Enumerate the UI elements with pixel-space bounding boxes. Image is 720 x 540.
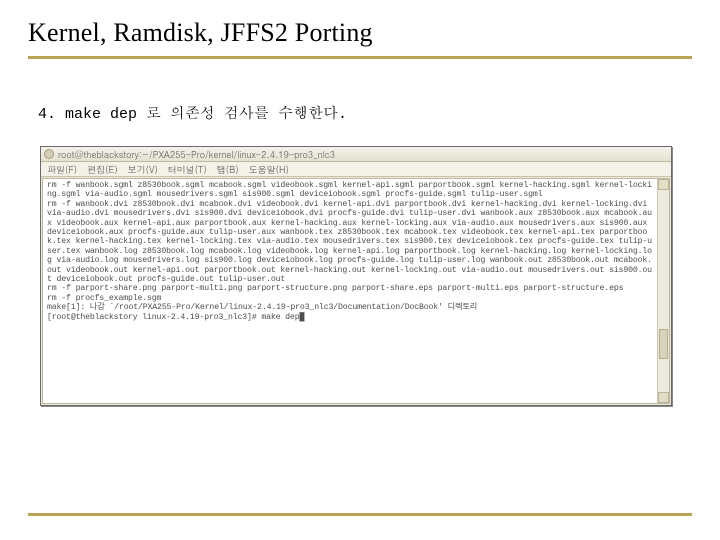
menu-edit[interactable]: 편집(E) [87,163,117,176]
menu-bar[interactable]: 파일(F) 편집(E) 보기(V) 터미널(T) 탭(B) 도움말(H) [41,162,671,177]
terminal-client-area: rm -f wanbook.sgml z8530book.sgml mcaboo… [42,178,670,404]
terminal-window: root@theblackstory:~/PXA255-Pro/kernel/l… [40,146,672,406]
window-titlebar[interactable]: root@theblackstory:~/PXA255-Pro/kernel/l… [41,147,671,162]
menu-file[interactable]: 파일(F) [47,163,77,176]
window-icon [44,149,54,159]
menu-tabs[interactable]: 탭(B) [217,163,239,176]
menu-view[interactable]: 보기(V) [128,163,158,176]
window-title-text: root@theblackstory:~/PXA255-Pro/kernel/l… [58,148,335,161]
page-title: Kernel, Ramdisk, JFFS2 Porting [28,18,692,54]
menu-help[interactable]: 도움말(H) [249,163,289,176]
title-divider [28,56,692,59]
scroll-up-button[interactable] [658,179,669,190]
footer-divider [28,513,692,516]
scroll-down-button[interactable] [658,392,669,403]
scroll-thumb[interactable] [659,329,668,359]
menu-terminal[interactable]: 터미널(T) [168,163,207,176]
terminal-output: rm -f wanbook.sgml z8530book.sgml mcaboo… [43,179,669,324]
scrollbar[interactable] [657,179,669,403]
step-text: 4. make dep 로 의존성 검사를 수행한다. [38,102,347,123]
